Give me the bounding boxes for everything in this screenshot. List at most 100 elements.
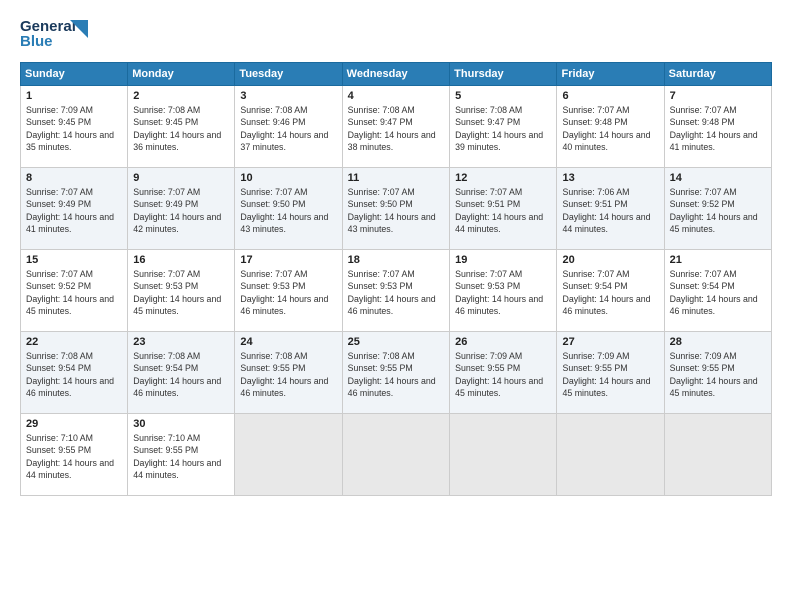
calendar-cell: 27 Sunrise: 7:09 AMSunset: 9:55 PMDayligh… [557, 332, 664, 414]
calendar-cell: 7Sunrise: 7:07 AMSunset: 9:48 PMDaylight… [664, 86, 771, 168]
day-number: 28 [670, 336, 766, 348]
day-number: 26 [455, 336, 551, 348]
header: GeneralBlue [20, 16, 772, 52]
calendar-cell: 14 Sunrise: 7:07 AMSunset: 9:52 PMDayligh… [664, 168, 771, 250]
day-info: Sunrise: 7:07 AMSunset: 9:54 PMDaylight:… [562, 268, 658, 317]
weekday-header-tuesday: Tuesday [235, 63, 342, 86]
day-info: Sunrise: 7:10 AMSunset: 9:55 PMDaylight:… [133, 432, 229, 481]
day-number: 21 [670, 254, 766, 266]
calendar-cell: 6 Sunrise: 7:07 AMSunset: 9:48 PMDaylight… [557, 86, 664, 168]
weekday-header-thursday: Thursday [450, 63, 557, 86]
day-number: 15 [26, 254, 122, 266]
day-info: Sunrise: 7:08 AMSunset: 9:54 PMDaylight:… [133, 350, 229, 399]
weekday-header-wednesday: Wednesday [342, 63, 449, 86]
day-number: 30 [133, 418, 229, 430]
calendar-cell: 28 Sunrise: 7:09 AMSunset: 9:55 PMDayligh… [664, 332, 771, 414]
day-info: Sunrise: 7:07 AMSunset: 9:54 PMDaylight:… [670, 268, 766, 317]
day-number: 9 [133, 172, 229, 184]
calendar-cell: 30 Sunrise: 7:10 AMSunset: 9:55 PMDayligh… [128, 414, 235, 496]
day-number: 20 [562, 254, 658, 266]
calendar-cell: 13 Sunrise: 7:06 AMSunset: 9:51 PMDayligh… [557, 168, 664, 250]
calendar-cell: 24 Sunrise: 7:08 AMSunset: 9:55 PMDayligh… [235, 332, 342, 414]
logo: GeneralBlue [20, 16, 90, 52]
day-info: Sunrise: 7:07 AMSunset: 9:52 PMDaylight:… [670, 186, 766, 235]
calendar-cell: 19Sunrise: 7:07 AMSunset: 9:53 PMDayligh… [450, 250, 557, 332]
day-info: Sunrise: 7:10 AMSunset: 9:55 PMDaylight:… [26, 432, 122, 481]
calendar-table: SundayMondayTuesdayWednesdayThursdayFrid… [20, 62, 772, 496]
week-row-2: 8 Sunrise: 7:07 AMSunset: 9:49 PMDaylight… [21, 168, 772, 250]
day-number: 22 [26, 336, 122, 348]
week-row-5: 29 Sunrise: 7:10 AMSunset: 9:55 PMDayligh… [21, 414, 772, 496]
weekday-header-row: SundayMondayTuesdayWednesdayThursdayFrid… [21, 63, 772, 86]
calendar-cell [342, 414, 449, 496]
week-row-3: 15 Sunrise: 7:07 AMSunset: 9:52 PMDayligh… [21, 250, 772, 332]
day-number: 29 [26, 418, 122, 430]
day-info: Sunrise: 7:08 AMSunset: 9:55 PMDaylight:… [348, 350, 444, 399]
day-info: Sunrise: 7:08 AMSunset: 9:55 PMDaylight:… [240, 350, 336, 399]
day-info: Sunrise: 7:09 AMSunset: 9:55 PMDaylight:… [455, 350, 551, 399]
day-info: Sunrise: 7:07 AMSunset: 9:49 PMDaylight:… [133, 186, 229, 235]
day-number: 19 [455, 254, 551, 266]
calendar-cell: 11 Sunrise: 7:07 AMSunset: 9:50 PMDayligh… [342, 168, 449, 250]
day-number: 17 [240, 254, 336, 266]
day-number: 25 [348, 336, 444, 348]
week-row-1: 1 Sunrise: 7:09 AMSunset: 9:45 PMDaylight… [21, 86, 772, 168]
calendar-page: GeneralBlue SundayMondayTuesdayWednesday… [0, 0, 792, 612]
day-info: Sunrise: 7:08 AMSunset: 9:46 PMDaylight:… [240, 104, 336, 153]
calendar-cell: 15 Sunrise: 7:07 AMSunset: 9:52 PMDayligh… [21, 250, 128, 332]
calendar-cell: 21 Sunrise: 7:07 AMSunset: 9:54 PMDayligh… [664, 250, 771, 332]
calendar-cell: 26 Sunrise: 7:09 AMSunset: 9:55 PMDayligh… [450, 332, 557, 414]
calendar-cell [664, 414, 771, 496]
weekday-header-friday: Friday [557, 63, 664, 86]
day-info: Sunrise: 7:09 AMSunset: 9:55 PMDaylight:… [562, 350, 658, 399]
day-info: Sunrise: 7:07 AMSunset: 9:51 PMDaylight:… [455, 186, 551, 235]
day-number: 8 [26, 172, 122, 184]
calendar-cell: 2Sunrise: 7:08 AMSunset: 9:45 PMDaylight… [128, 86, 235, 168]
day-number: 13 [562, 172, 658, 184]
day-info: Sunrise: 7:07 AMSunset: 9:53 PMDaylight:… [348, 268, 444, 317]
day-number: 24 [240, 336, 336, 348]
calendar-cell: 20 Sunrise: 7:07 AMSunset: 9:54 PMDayligh… [557, 250, 664, 332]
day-info: Sunrise: 7:07 AMSunset: 9:52 PMDaylight:… [26, 268, 122, 317]
day-number: 27 [562, 336, 658, 348]
weekday-header-sunday: Sunday [21, 63, 128, 86]
day-info: Sunrise: 7:07 AMSunset: 9:49 PMDaylight:… [26, 186, 122, 235]
day-number: 23 [133, 336, 229, 348]
day-number: 10 [240, 172, 336, 184]
calendar-cell: 17 Sunrise: 7:07 AMSunset: 9:53 PMDayligh… [235, 250, 342, 332]
day-info: Sunrise: 7:07 AMSunset: 9:53 PMDaylight:… [240, 268, 336, 317]
day-info: Sunrise: 7:07 AMSunset: 9:50 PMDaylight:… [348, 186, 444, 235]
calendar-cell: 25 Sunrise: 7:08 AMSunset: 9:55 PMDayligh… [342, 332, 449, 414]
day-number: 1 [26, 90, 122, 102]
day-number: 5 [455, 90, 551, 102]
day-info: Sunrise: 7:09 AMSunset: 9:55 PMDaylight:… [670, 350, 766, 399]
day-number: 12 [455, 172, 551, 184]
day-info: Sunrise: 7:07 AMSunset: 9:48 PMDaylight:… [562, 104, 658, 153]
day-number: 18 [348, 254, 444, 266]
day-number: 14 [670, 172, 766, 184]
calendar-cell: 5 Sunrise: 7:08 AMSunset: 9:47 PMDaylight… [450, 86, 557, 168]
calendar-cell: 22 Sunrise: 7:08 AMSunset: 9:54 PMDayligh… [21, 332, 128, 414]
day-number: 11 [348, 172, 444, 184]
calendar-cell: 29 Sunrise: 7:10 AMSunset: 9:55 PMDayligh… [21, 414, 128, 496]
day-number: 2 [133, 90, 229, 102]
day-number: 4 [348, 90, 444, 102]
calendar-cell [235, 414, 342, 496]
calendar-cell: 1 Sunrise: 7:09 AMSunset: 9:45 PMDaylight… [21, 86, 128, 168]
day-info: Sunrise: 7:08 AMSunset: 9:54 PMDaylight:… [26, 350, 122, 399]
calendar-cell [557, 414, 664, 496]
calendar-cell: 23 Sunrise: 7:08 AMSunset: 9:54 PMDayligh… [128, 332, 235, 414]
day-number: 6 [562, 90, 658, 102]
calendar-cell: 9 Sunrise: 7:07 AMSunset: 9:49 PMDaylight… [128, 168, 235, 250]
day-info: Sunrise: 7:09 AMSunset: 9:45 PMDaylight:… [26, 104, 122, 153]
day-info: Sunrise: 7:07 AMSunset: 9:50 PMDaylight:… [240, 186, 336, 235]
day-number: 3 [240, 90, 336, 102]
day-info: Sunrise: 7:07 AMSunset: 9:48 PMDaylight:… [670, 104, 766, 153]
calendar-cell: 4 Sunrise: 7:08 AMSunset: 9:47 PMDaylight… [342, 86, 449, 168]
day-info: Sunrise: 7:07 AMSunset: 9:53 PMDaylight:… [133, 268, 229, 317]
day-info: Sunrise: 7:08 AMSunset: 9:47 PMDaylight:… [348, 104, 444, 153]
calendar-cell: 3 Sunrise: 7:08 AMSunset: 9:46 PMDaylight… [235, 86, 342, 168]
day-info: Sunrise: 7:08 AMSunset: 9:47 PMDaylight:… [455, 104, 551, 153]
day-info: Sunrise: 7:06 AMSunset: 9:51 PMDaylight:… [562, 186, 658, 235]
calendar-cell: 12 Sunrise: 7:07 AMSunset: 9:51 PMDayligh… [450, 168, 557, 250]
